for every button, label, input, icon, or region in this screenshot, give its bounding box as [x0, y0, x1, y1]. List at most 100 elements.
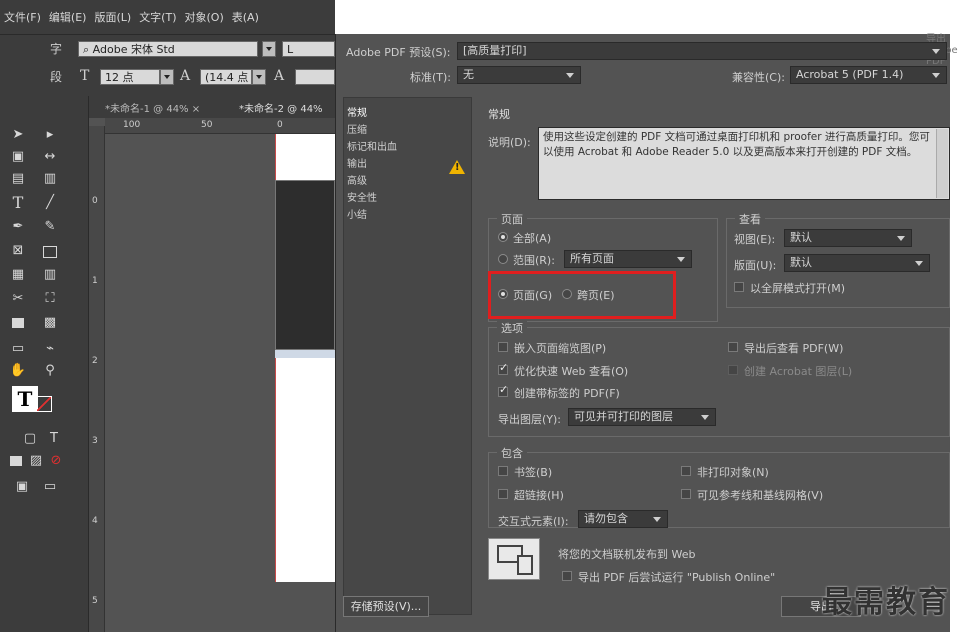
fullscreen-checkbox[interactable] [734, 282, 744, 292]
acrobat-layers-checkbox[interactable] [728, 365, 738, 375]
gap-tool-icon[interactable]: ↔ [40, 148, 60, 166]
standard-value: 无 [463, 68, 474, 81]
compat-select[interactable]: Acrobat 5 (PDF 1.4) [790, 66, 947, 84]
leading-field[interactable]: (14.4 点 [200, 69, 252, 85]
pages-range-select[interactable]: 所有页面 [564, 250, 692, 268]
free-transform-tool-icon[interactable]: ⛶ [40, 290, 60, 308]
vertical-ruler: 0 1 2 3 4 5 [89, 126, 105, 632]
font-family-dropdown[interactable] [262, 41, 276, 57]
content-collector-icon[interactable]: ▤ [8, 170, 28, 188]
bookmarks-checkbox[interactable] [498, 466, 508, 476]
doc-tab-1[interactable]: *未命名-1 @ 44% × [105, 100, 200, 115]
nav-item-general[interactable]: 常规 [347, 104, 367, 119]
preset-select[interactable]: [高质量打印] [457, 42, 947, 60]
nonprint-checkbox[interactable] [681, 466, 691, 476]
content-placer-icon[interactable]: ▥ [40, 170, 60, 188]
publish-online-checkbox[interactable] [562, 571, 572, 581]
stroke-swatch-icon[interactable] [36, 396, 52, 412]
pages-all-radio[interactable] [498, 232, 508, 242]
menu-layout[interactable]: 版面(L) [94, 9, 131, 25]
pen-tool-icon[interactable]: ✒ [8, 218, 28, 236]
hand-tool-icon[interactable]: ✋ [8, 362, 28, 380]
nav-item-summary[interactable]: 小结 [347, 206, 367, 221]
screen-mode-icon[interactable]: ▭ [40, 478, 60, 496]
type-tool-icon[interactable]: T [8, 194, 28, 212]
document-canvas[interactable] [105, 134, 335, 632]
tagged-pdf-checkbox[interactable] [498, 383, 508, 397]
font-size-dropdown[interactable] [160, 69, 174, 85]
formatting-affects-text-icon[interactable]: T [12, 386, 38, 412]
nav-item-output[interactable]: 输出 [347, 155, 367, 170]
char-mode-button[interactable]: 字 [50, 40, 62, 57]
gradient-feather-tool-icon[interactable]: ▩ [40, 314, 60, 332]
description-box[interactable]: 使用这些设定创建的 PDF 文档可通过桌面打印机和 proofer 进行高质量打… [538, 127, 950, 200]
embed-thumbs-checkbox[interactable] [498, 342, 508, 352]
pages-range-radio[interactable] [498, 254, 508, 264]
interactive-select[interactable]: 请勿包含 [578, 510, 668, 528]
menu-object[interactable]: 对象(O) [185, 9, 224, 25]
nav-item-advanced[interactable]: 高级 [347, 172, 367, 187]
hyperlinks-label: 超链接(H) [514, 489, 564, 502]
rectangle-frame-tool-icon[interactable]: ⊠ [8, 242, 28, 260]
save-preset-button[interactable]: 存储预设(V)... [343, 596, 429, 617]
leading-icon: A [180, 68, 191, 84]
nav-item-security[interactable]: 安全性 [347, 189, 377, 204]
zoom-tool-icon[interactable]: ⚲ [40, 362, 60, 380]
description-scrollbar[interactable] [936, 129, 948, 198]
menu-table[interactable]: 表(A) [232, 9, 259, 25]
placed-screenshot-image[interactable] [275, 180, 335, 350]
export-layers-select[interactable]: 可见并可打印的图层 [568, 408, 716, 426]
nav-item-marks-bleeds[interactable]: 标记和出血 [347, 138, 397, 153]
view-select[interactable]: 默认 [784, 229, 912, 247]
standard-label: 标准(T): [410, 71, 452, 84]
embed-thumbs-label: 嵌入页面缩览图(P) [514, 342, 607, 355]
nav-item-compression[interactable]: 压缩 [347, 121, 367, 136]
pencil-tool-icon[interactable]: ✎ [40, 218, 60, 236]
eyedropper-tool-icon[interactable]: ⌁ [40, 340, 60, 358]
optimize-web-checkbox[interactable] [498, 361, 508, 375]
font-size-field[interactable]: 12 点 [100, 69, 160, 85]
rectangle-tool-icon[interactable] [40, 242, 60, 260]
menu-type[interactable]: 文字(T) [139, 9, 176, 25]
compat-label: 兼容性(C): [732, 71, 785, 84]
page-tool-icon[interactable]: ▣ [8, 148, 28, 166]
kerning-icon: A [274, 68, 285, 84]
preset-label: Adobe PDF 预设(S): [346, 46, 451, 59]
font-family-field[interactable]: ⌕ Adobe 宋体 Std [78, 41, 258, 57]
line-tool-icon[interactable]: ╱ [40, 194, 60, 212]
placed-image-strip [275, 350, 335, 358]
chevron-down-icon [932, 49, 940, 54]
apply-text-icon[interactable]: T [44, 430, 64, 448]
vertical-grid-tool-icon[interactable]: ▥ [40, 266, 60, 284]
horizontal-grid-tool-icon[interactable]: ▦ [8, 266, 28, 284]
standard-select[interactable]: 无 [457, 66, 581, 84]
font-style-field[interactable]: L [282, 41, 335, 57]
para-mode-button[interactable]: 段 [50, 68, 62, 85]
apply-color-icon[interactable] [6, 452, 26, 470]
dialog-title-bar [550, 0, 730, 14]
hyperlinks-checkbox[interactable] [498, 489, 508, 499]
normal-view-icon[interactable]: ▣ [12, 478, 32, 496]
menu-file[interactable]: 文件(F) [4, 9, 41, 25]
apply-gradient-icon[interactable]: ▨ [26, 452, 46, 470]
doc-tab-2[interactable]: *未命名-2 @ 44% [239, 100, 323, 115]
guides-checkbox[interactable] [681, 489, 691, 499]
optimize-web-label: 优化快速 Web 查看(O) [514, 365, 629, 378]
apply-container-icon[interactable]: ▢ [20, 430, 40, 448]
font-family-value: Adobe 宋体 Std [92, 43, 175, 56]
note-tool-icon[interactable]: ▭ [8, 340, 28, 358]
direct-selection-tool-icon[interactable]: ▸ [40, 126, 60, 144]
selection-tool-icon[interactable]: ➤ [8, 126, 28, 144]
apply-none-icon[interactable]: ⊘ [46, 452, 66, 470]
view-group-title: 查看 [735, 211, 765, 227]
scissors-tool-icon[interactable]: ✂ [8, 290, 28, 308]
chevron-down-icon [701, 415, 709, 420]
gradient-swatch-tool-icon[interactable] [8, 314, 28, 332]
vruler-label: 5 [92, 596, 98, 606]
menu-edit[interactable]: 编辑(E) [49, 9, 87, 25]
layout-select[interactable]: 默认 [784, 254, 930, 272]
leading-dropdown[interactable] [252, 69, 266, 85]
kerning-field[interactable] [295, 69, 335, 85]
view-after-export-checkbox[interactable] [728, 342, 738, 352]
interactive-value: 请勿包含 [584, 512, 628, 525]
